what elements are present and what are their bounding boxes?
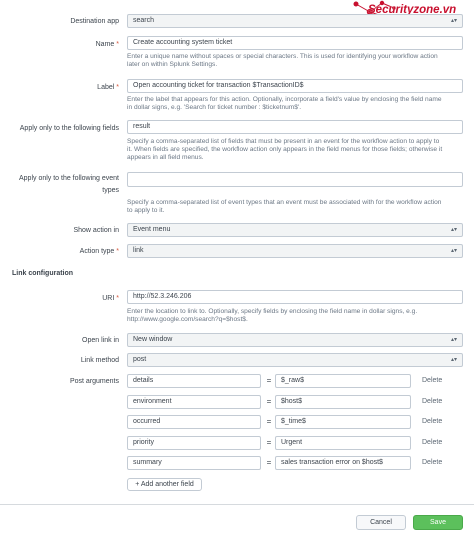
cancel-button[interactable]: Cancel xyxy=(356,515,406,530)
open-link-in-select[interactable]: New window ▴▾ xyxy=(127,333,463,347)
chevron-updown-icon: ▴▾ xyxy=(450,337,457,343)
event-types-label: Apply only to the following event types xyxy=(18,175,119,194)
uri-help: Enter the location to link to. Optionall… xyxy=(127,308,418,324)
delete-button[interactable]: Delete xyxy=(422,395,442,409)
equals-sign: = xyxy=(266,417,272,426)
post-argument-row: environment = $host$ Delete xyxy=(0,395,474,409)
post-argument-value[interactable]: $_time$ xyxy=(275,415,411,429)
fields-label: Apply only to the following fields xyxy=(19,125,119,132)
equals-sign: = xyxy=(266,458,272,467)
delete-button[interactable]: Delete xyxy=(422,436,442,450)
equals-sign: = xyxy=(266,438,272,447)
equals-sign: = xyxy=(266,376,272,385)
name-input[interactable]: Create accounting system ticket xyxy=(127,36,463,50)
destination-app-label: Destination app xyxy=(70,18,119,25)
event-types-help: Specify a comma-separated list of event … xyxy=(127,199,442,215)
post-argument-row: priority = Urgent Delete xyxy=(0,436,474,450)
action-type-label: Action type * xyxy=(79,248,119,255)
fields-help: Specify a comma-separated list of fields… xyxy=(127,138,443,162)
name-help: Enter a unique name without spaces or sp… xyxy=(127,53,438,69)
uri-input[interactable]: http://52.3.246.206 xyxy=(127,290,463,304)
post-argument-key[interactable]: priority xyxy=(127,436,261,450)
equals-sign: = xyxy=(266,397,272,406)
delete-button[interactable]: Delete xyxy=(422,415,442,429)
destination-app-select[interactable]: search ▴▾ xyxy=(127,14,463,28)
show-action-in-select[interactable]: Event menu ▴▾ xyxy=(127,223,463,237)
link-method-label: Link method xyxy=(80,357,119,364)
delete-button[interactable]: Delete xyxy=(422,374,442,388)
open-link-in-value: New window xyxy=(133,336,173,343)
link-method-value: post xyxy=(133,356,147,363)
show-action-in-value: Event menu xyxy=(133,226,171,233)
action-type-value: link xyxy=(133,247,144,254)
name-label: Name * xyxy=(95,41,119,48)
chevron-updown-icon: ▴▾ xyxy=(450,227,457,233)
post-argument-value[interactable]: $host$ xyxy=(275,395,411,409)
fields-input[interactable]: result xyxy=(127,120,463,134)
chevron-updown-icon: ▴▾ xyxy=(450,18,457,24)
post-argument-value[interactable]: Urgent xyxy=(275,436,411,450)
post-argument-key[interactable]: occurred xyxy=(127,415,261,429)
action-label-help: Enter the label that appears for this ac… xyxy=(127,96,442,112)
chevron-updown-icon: ▴▾ xyxy=(450,248,457,254)
footer-divider xyxy=(0,504,474,505)
post-argument-value[interactable]: $_raw$ xyxy=(275,374,411,388)
save-button[interactable]: Save xyxy=(413,515,463,530)
add-another-field-button[interactable]: + Add another field xyxy=(127,478,202,491)
link-config-heading: Link configuration xyxy=(12,270,74,277)
open-link-in-label: Open link in xyxy=(82,337,119,344)
show-action-in-label: Show action in xyxy=(73,227,119,234)
delete-button[interactable]: Delete xyxy=(422,456,442,470)
uri-label: URI * xyxy=(102,295,119,302)
destination-app-value: search xyxy=(133,17,155,24)
post-argument-key[interactable]: environment xyxy=(127,395,261,409)
post-argument-row: occurred = $_time$ Delete xyxy=(0,415,474,429)
action-label-label: Label * xyxy=(97,84,119,91)
post-argument-key[interactable]: details xyxy=(127,374,261,388)
post-argument-row: summary = sales transaction error on $ho… xyxy=(0,456,474,470)
post-argument-value[interactable]: sales transaction error on $host$ xyxy=(275,456,411,470)
post-argument-key[interactable]: summary xyxy=(127,456,261,470)
action-label-input[interactable]: Open accounting ticket for transaction $… xyxy=(127,79,463,93)
event-types-input[interactable] xyxy=(127,172,463,187)
action-type-select[interactable]: link ▴▾ xyxy=(127,244,463,258)
chevron-updown-icon: ▴▾ xyxy=(450,357,457,363)
link-method-select[interactable]: post ▴▾ xyxy=(127,353,463,367)
post-argument-row: details = $_raw$ Delete xyxy=(0,374,474,388)
